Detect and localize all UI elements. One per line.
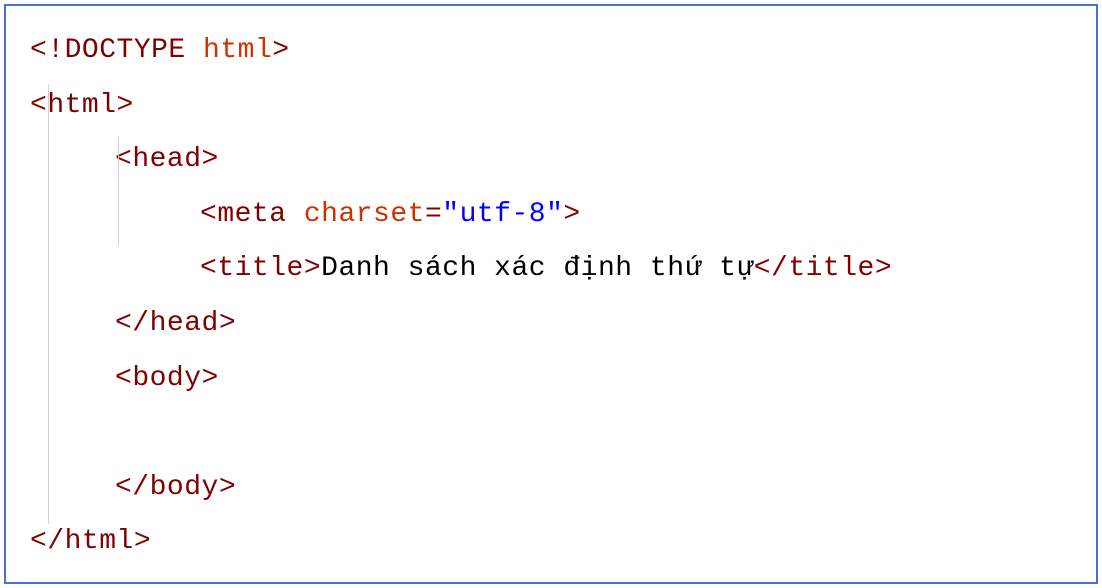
punctuation: > xyxy=(202,144,219,175)
punctuation: > xyxy=(304,253,321,284)
punctuation: < xyxy=(200,253,217,284)
indent-guide-line xyxy=(48,84,49,524)
punctuation: > xyxy=(134,526,151,557)
attribute-value: "utf-8" xyxy=(442,199,563,230)
title-tag-close: title xyxy=(788,253,875,284)
attribute-name: charset xyxy=(304,199,425,230)
code-line-3: <head> xyxy=(30,133,1072,188)
code-line-10: </html> xyxy=(30,515,1072,570)
head-close-tag: head xyxy=(150,308,219,339)
punctuation: > xyxy=(219,308,236,339)
title-text: Danh sách xác định thứ tự xyxy=(321,253,754,284)
punctuation: </ xyxy=(30,526,65,557)
punctuation: > xyxy=(202,363,219,394)
punctuation: </ xyxy=(115,308,150,339)
html-close-tag: html xyxy=(65,526,134,557)
body-close-tag: body xyxy=(150,472,219,503)
code-editor-view: <!DOCTYPE html> <html> <head> <meta char… xyxy=(4,4,1098,584)
punctuation: <! xyxy=(30,35,65,66)
punctuation: </ xyxy=(754,253,789,284)
punctuation: < xyxy=(115,363,132,394)
punctuation: > xyxy=(563,199,580,230)
code-line-7: <body> xyxy=(30,352,1072,407)
equals: = xyxy=(425,199,442,230)
indent-guide-line xyxy=(118,136,119,246)
code-line-6: </head> xyxy=(30,297,1072,352)
code-line-9: </body> xyxy=(30,461,1072,516)
punctuation: > xyxy=(219,472,236,503)
head-tag: head xyxy=(132,144,201,175)
html-tag: html xyxy=(47,90,116,121)
doctype-tag: DOCTYPE xyxy=(65,35,186,66)
space xyxy=(287,199,304,230)
meta-tag: meta xyxy=(217,199,286,230)
punctuation: < xyxy=(200,199,217,230)
space xyxy=(186,35,203,66)
punctuation: < xyxy=(30,90,47,121)
body-tag: body xyxy=(132,363,201,394)
punctuation: > xyxy=(117,90,134,121)
code-line-8-empty xyxy=(30,406,1072,461)
code-line-1: <!DOCTYPE html> xyxy=(30,24,1072,79)
punctuation: > xyxy=(875,253,892,284)
title-tag-open: title xyxy=(217,253,304,284)
code-line-2: <html> xyxy=(30,79,1072,134)
doctype-keyword: html xyxy=(203,35,272,66)
code-line-4: <meta charset="utf-8"> xyxy=(30,188,1072,243)
punctuation: > xyxy=(272,35,289,66)
code-line-5: <title>Danh sách xác định thứ tự</title> xyxy=(30,242,1072,297)
punctuation: </ xyxy=(115,472,150,503)
